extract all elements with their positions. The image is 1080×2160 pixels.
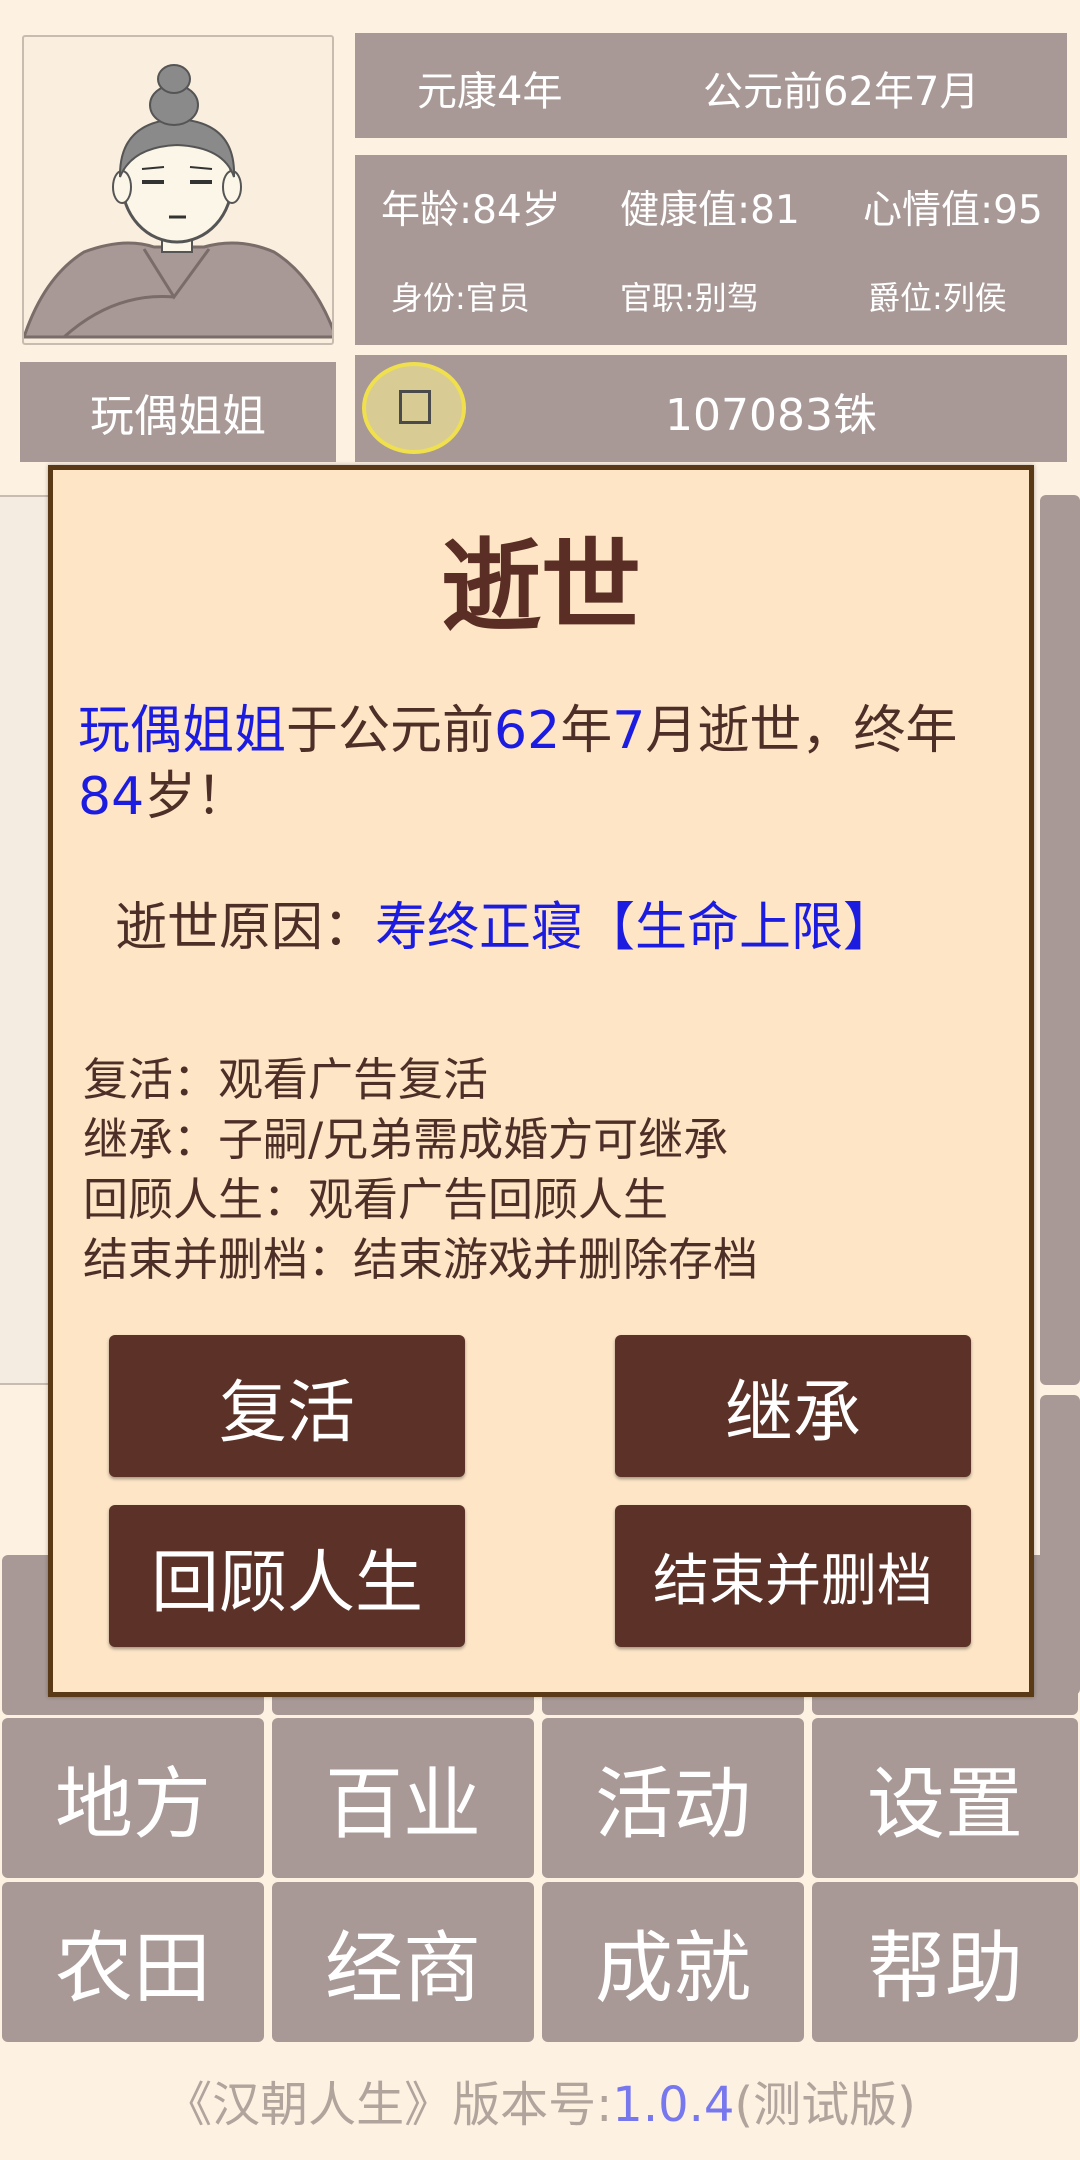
- inherit-button[interactable]: 继承: [615, 1335, 971, 1477]
- death-message-age: 84: [78, 767, 145, 827]
- death-cause-value: 寿终正寝【生命上限】: [375, 898, 896, 958]
- menu-button-local[interactable]: 地方: [2, 1718, 264, 1878]
- rank-stat: 爵位:列侯: [868, 279, 1007, 317]
- age-stat: 年龄:84岁: [381, 188, 561, 233]
- version-suffix: (测试版): [734, 2077, 916, 2133]
- date-panel: 元康4年 公元前62年7月: [355, 33, 1067, 138]
- background-panel-right: [1040, 495, 1080, 1385]
- menu-button-activities[interactable]: 活动: [542, 1718, 804, 1878]
- death-message-year: 62: [494, 701, 561, 761]
- dialog-title: 逝世: [441, 528, 641, 645]
- character-name: 玩偶姐姐: [20, 362, 336, 462]
- identity-stat: 身份:官员: [391, 279, 530, 317]
- revive-button[interactable]: 复活: [109, 1335, 465, 1477]
- death-dialog: 逝世 玩偶姐姐于公元前62年7月逝世，终年 84岁！ 逝世原因：寿终正寝【生命上限…: [48, 465, 1034, 1697]
- health-stat: 健康值:81: [620, 188, 800, 233]
- mood-stat: 心情值:95: [863, 188, 1043, 233]
- death-message-month: 7: [612, 701, 646, 761]
- death-cause: 逝世原因：寿终正寝【生命上限】: [115, 895, 895, 961]
- version-prefix: 《汉朝人生》版本号:: [164, 2077, 613, 2133]
- option-desc-inherit: 继承：子嗣/兄弟需成婚方可继承: [83, 1113, 729, 1166]
- menu-button-settings[interactable]: 设置: [812, 1718, 1078, 1878]
- menu-button-farm[interactable]: 农田: [2, 1882, 264, 2042]
- menu-button-help[interactable]: 帮助: [812, 1882, 1078, 2042]
- death-message-part3: 月逝世，终年: [645, 701, 958, 761]
- review-life-button[interactable]: 回顾人生: [109, 1505, 465, 1647]
- portrait-icon: [24, 64, 332, 339]
- death-message: 玩偶姐姐于公元前62年7月逝世，终年 84岁！: [78, 698, 1008, 830]
- option-desc-review: 回顾人生：观看广告回顾人生: [83, 1173, 669, 1226]
- date-label: 公元前62年7月: [703, 69, 980, 115]
- version-footer: 《汉朝人生》版本号:1.0.4(测试版): [0, 2065, 1080, 2135]
- death-message-part2: 年: [560, 701, 613, 761]
- background-panel-left: [0, 495, 55, 1385]
- version-number: 1.0.4: [612, 2077, 735, 2133]
- death-message-part4: 岁！: [144, 767, 249, 827]
- money-amount: 107083铢: [665, 390, 877, 441]
- era-label: 元康4年: [417, 69, 563, 115]
- menu-button-achievements[interactable]: 成就: [542, 1882, 804, 2042]
- office-stat: 官职:别驾: [620, 279, 759, 317]
- menu-button-commerce[interactable]: 经商: [272, 1882, 534, 2042]
- end-and-delete-button[interactable]: 结束并删档: [615, 1505, 971, 1647]
- option-desc-end: 结束并删档：结束游戏并删除存档: [83, 1233, 759, 1286]
- death-message-part1: 于公元前: [286, 701, 495, 761]
- death-cause-label: 逝世原因：: [115, 898, 376, 958]
- death-message-name: 玩偶姐姐: [78, 701, 287, 761]
- menu-button-trades[interactable]: 百业: [272, 1718, 534, 1878]
- option-desc-revive: 复活：观看广告复活: [83, 1053, 489, 1106]
- stats-panel: 年龄:84岁 健康值:81 心情值:95 身份:官员 官职:别驾 爵位:列侯: [355, 155, 1067, 345]
- character-portrait[interactable]: [22, 35, 334, 345]
- coin-hole: [399, 390, 431, 424]
